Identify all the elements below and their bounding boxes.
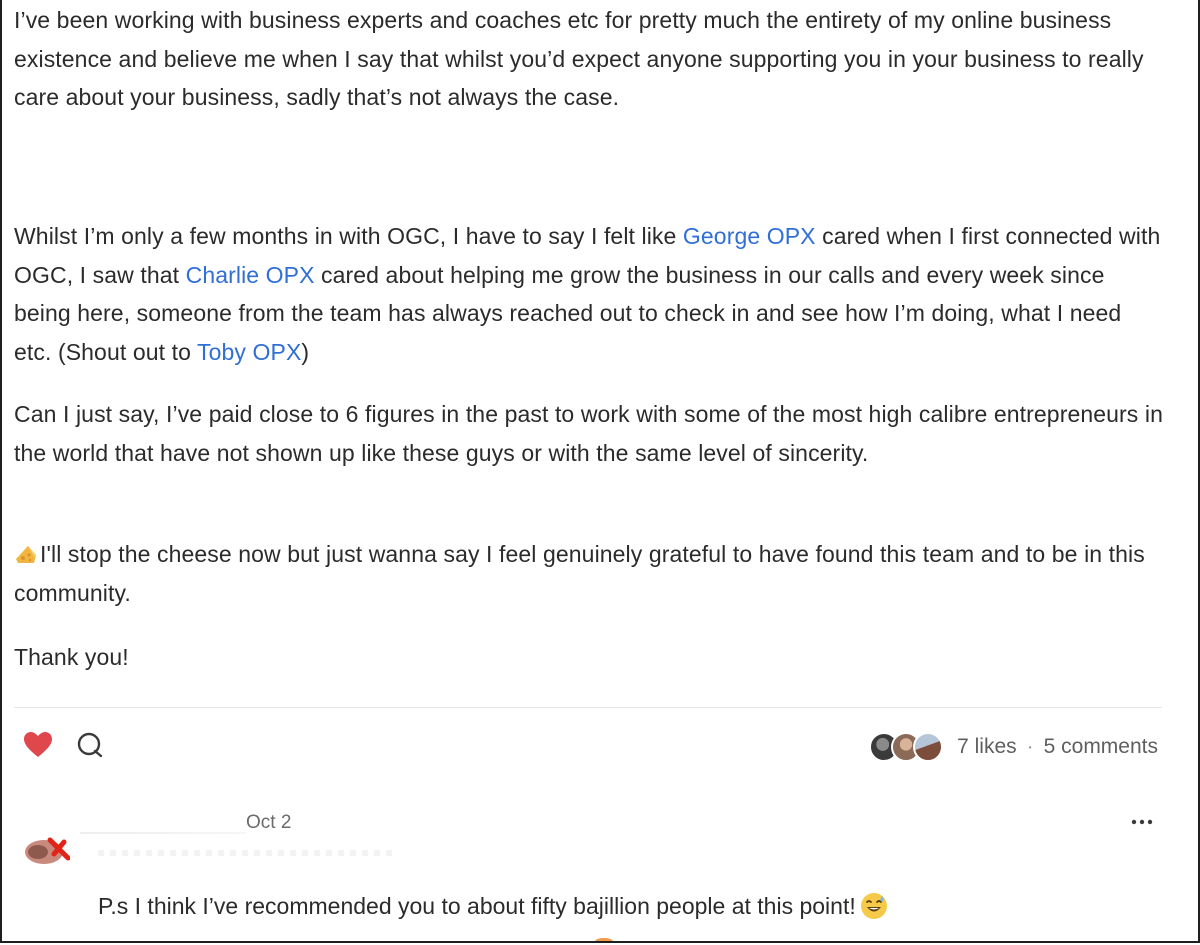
cheese-icon bbox=[14, 538, 38, 563]
mention-link-charlie[interactable]: Charlie OPX bbox=[186, 262, 315, 288]
heart-icon bbox=[23, 731, 53, 764]
stats-separator: · bbox=[1026, 735, 1034, 758]
avatar bbox=[913, 732, 944, 762]
comment-author-redacted bbox=[80, 832, 246, 834]
comment-button[interactable] bbox=[74, 731, 106, 763]
comments-count[interactable]: 5 comments bbox=[1044, 735, 1158, 759]
comment-meta-redacted bbox=[98, 850, 398, 856]
comment-more-button[interactable] bbox=[1126, 808, 1158, 834]
avatar[interactable] bbox=[24, 832, 70, 864]
post-paragraph: Whilst I’m only a few months in with OGC… bbox=[14, 217, 1164, 371]
comment-date: Oct 2 bbox=[246, 812, 292, 833]
comment-text: P.s I think I’ve recommended you to abou… bbox=[98, 888, 888, 924]
post-container: I’ve been working with business experts … bbox=[0, 0, 1200, 943]
post-stats: 7 likes · 5 comments bbox=[869, 730, 1158, 764]
mention-link-george[interactable]: George OPX bbox=[683, 223, 816, 249]
post-paragraph: Thank you! bbox=[14, 644, 129, 670]
post-text: I'll stop the cheese now but just wanna … bbox=[14, 541, 1145, 606]
post-paragraph: Can I just say, I’ve paid close to 6 fig… bbox=[14, 401, 1163, 466]
divider bbox=[14, 707, 1162, 708]
post-actions bbox=[22, 730, 106, 764]
likes-count[interactable]: 7 likes bbox=[957, 735, 1017, 759]
liker-avatars[interactable] bbox=[869, 732, 944, 762]
comment-body: P.s I think I’ve recommended you to abou… bbox=[98, 893, 856, 919]
post-paragraph: I’ve been working with business experts … bbox=[14, 7, 1144, 110]
comment-bubble-icon bbox=[76, 731, 104, 764]
grinning-sweat-emoji-icon bbox=[860, 892, 888, 920]
post-text: ) bbox=[301, 338, 310, 365]
mention-link-toby[interactable]: Toby OPX bbox=[197, 339, 301, 365]
like-button[interactable] bbox=[22, 731, 54, 763]
post-paragraph: I'll stop the cheese now but just wanna … bbox=[14, 535, 1164, 612]
comment-item: Oct 2 P.s I think I’ve recommended you t… bbox=[14, 800, 1174, 940]
more-dots-icon bbox=[1131, 812, 1153, 830]
post-text: Whilst I’m only a few months in with OGC… bbox=[14, 223, 683, 249]
